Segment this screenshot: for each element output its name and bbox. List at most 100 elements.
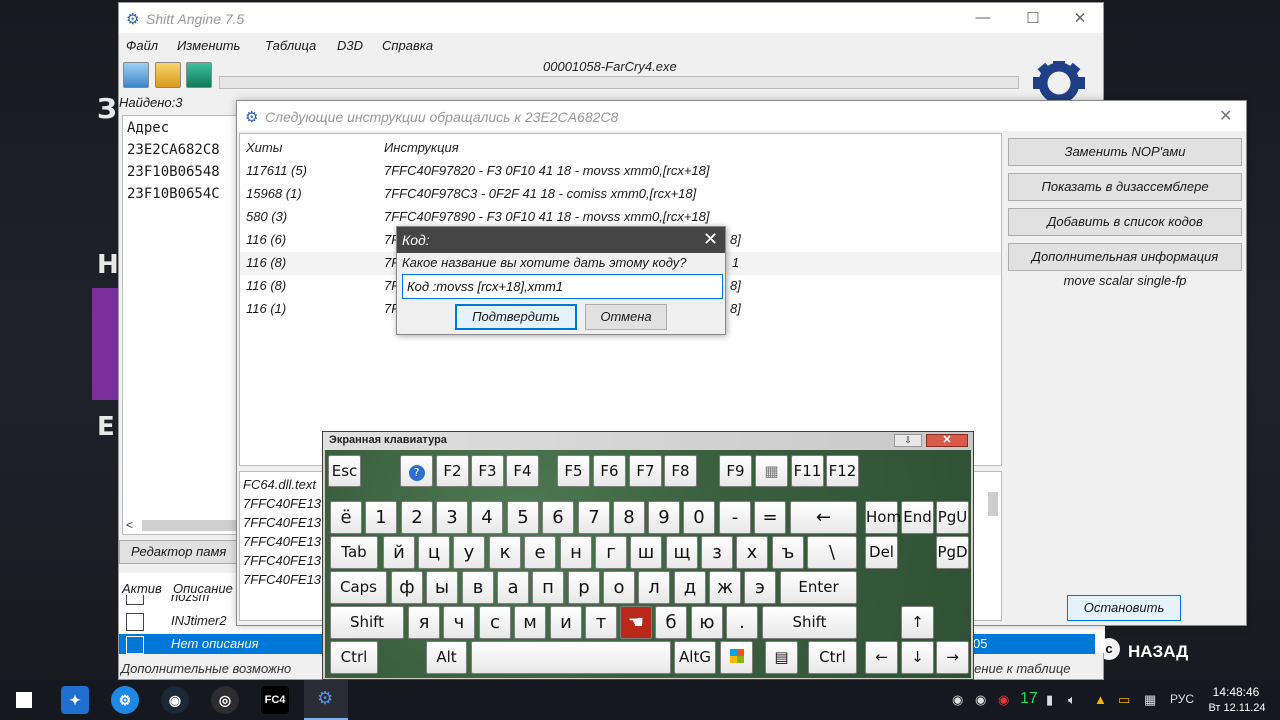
key[interactable]: в	[462, 571, 494, 604]
tray-icon[interactable]: ◉	[952, 692, 963, 708]
key[interactable]: 5	[507, 501, 539, 534]
record-tray-icon[interactable]: ◉	[998, 692, 1009, 708]
key[interactable]: а	[497, 571, 529, 604]
address-header[interactable]: Адрес	[127, 120, 169, 136]
close-icon[interactable]: ✕	[926, 434, 968, 447]
app-4-icon[interactable]: ◎	[211, 686, 239, 714]
row-checkbox[interactable]	[126, 636, 144, 654]
key[interactable]: 4	[471, 501, 503, 534]
list-item[interactable]: 15968 (1) 7FFC40F978C3 - 0F2F 41 18 - co…	[240, 183, 1001, 206]
key-tab[interactable]: Tab	[330, 536, 378, 569]
key[interactable]: н	[560, 536, 592, 569]
stop-button[interactable]: Остановить	[1067, 595, 1181, 621]
key[interactable]: ц	[418, 536, 450, 569]
key[interactable]: 9	[648, 501, 680, 534]
key-space[interactable]	[471, 641, 671, 674]
memory-view-button[interactable]: Редактор памя	[119, 540, 239, 564]
confirm-button[interactable]: Подтвердить	[455, 304, 577, 330]
key[interactable]: о	[603, 571, 635, 604]
key-arrow-left[interactable]: ←	[865, 641, 898, 674]
key[interactable]: п	[532, 571, 564, 604]
key-backspace[interactable]: ←	[790, 501, 857, 534]
key[interactable]: 6	[542, 501, 574, 534]
key-pgdn[interactable]: PgD	[936, 536, 969, 569]
scroll-thumb[interactable]	[142, 520, 240, 531]
key[interactable]: ъ	[772, 536, 804, 569]
clock-time[interactable]: 14:48:46	[1206, 685, 1266, 699]
instructions-titlebar[interactable]: ⚙ Следующие инструкции обращались к 23E2…	[237, 101, 1246, 131]
key[interactable]: 1	[365, 501, 397, 534]
key[interactable]: =	[754, 501, 786, 534]
menu-table[interactable]: Таблица	[265, 38, 316, 53]
language-indicator[interactable]: РУС	[1170, 692, 1194, 706]
key[interactable]: .	[726, 606, 758, 639]
key[interactable]: ж	[709, 571, 741, 604]
list-item[interactable]: 117611 (5) 7FFC40F97820 - F3 0F10 41 18 …	[240, 160, 1001, 183]
key-pressed[interactable]: ☚	[620, 606, 652, 639]
key[interactable]: р	[568, 571, 600, 604]
key-keyboard-settings-icon[interactable]: ▦	[755, 455, 788, 487]
col-active[interactable]: Актив	[122, 581, 162, 596]
col-hits[interactable]: Хиты	[246, 140, 282, 155]
keyboard-titlebar[interactable]: Экранная клавиатура ⇩ ✕	[323, 432, 973, 450]
key-ctrl-right[interactable]: Ctrl	[808, 641, 857, 674]
key[interactable]: 7	[578, 501, 610, 534]
key-f6[interactable]: F6	[593, 455, 626, 487]
key-backslash[interactable]: \	[807, 536, 857, 569]
key[interactable]: к	[489, 536, 521, 569]
key-caps[interactable]: Caps	[330, 571, 387, 604]
close-icon[interactable]: ✕	[703, 229, 718, 250]
key[interactable]: э	[744, 571, 776, 604]
key[interactable]: м	[514, 606, 546, 639]
col-description[interactable]: Описание	[173, 581, 233, 596]
key-f12[interactable]: F12	[826, 455, 859, 487]
menu-d3d[interactable]: D3D	[337, 38, 363, 53]
table-extras-link[interactable]: нение к таблице	[967, 661, 1071, 676]
menu-help[interactable]: Справка	[382, 38, 433, 53]
key-f9[interactable]: F9	[719, 455, 752, 487]
key[interactable]: й	[383, 536, 415, 569]
key[interactable]: л	[638, 571, 670, 604]
cancel-button[interactable]: Отмена	[585, 304, 667, 330]
key[interactable]: и	[550, 606, 582, 639]
volume-icon[interactable]: 🔈︎	[1068, 692, 1076, 708]
key-help-icon[interactable]: ?	[400, 455, 433, 487]
menu-file[interactable]: Файл	[126, 38, 158, 53]
add-to-codelist-button[interactable]: Добавить в список кодов	[1008, 208, 1242, 236]
open-folder-icon[interactable]	[155, 62, 181, 88]
key[interactable]: т	[585, 606, 617, 639]
scroll-thumb[interactable]	[988, 492, 998, 516]
key-arrow-up[interactable]: ↑	[901, 606, 934, 639]
key-f5[interactable]: F5	[557, 455, 590, 487]
replace-nop-button[interactable]: Заменить NOP'ами	[1008, 138, 1242, 166]
key[interactable]: у	[453, 536, 485, 569]
key[interactable]: -	[719, 501, 751, 534]
battery-icon[interactable]: ▭	[1118, 692, 1130, 708]
main-titlebar[interactable]: ⚙ Shitt Angine 7.5 — ☐ ✕	[119, 3, 1103, 33]
close-icon[interactable]: ✕	[1219, 106, 1232, 126]
monitor-icon[interactable]	[123, 62, 149, 88]
key[interactable]: е	[524, 536, 556, 569]
fc4-icon[interactable]: FC4	[261, 686, 289, 714]
key-enter[interactable]: Enter	[780, 571, 857, 604]
key[interactable]: с	[479, 606, 511, 639]
key[interactable]: ч	[443, 606, 475, 639]
key[interactable]: я	[408, 606, 440, 639]
key[interactable]: щ	[666, 536, 698, 569]
maximize-button[interactable]: ☐	[1018, 9, 1048, 27]
key-f11[interactable]: F11	[791, 455, 824, 487]
key[interactable]: д	[674, 571, 706, 604]
row-checkbox[interactable]	[126, 595, 144, 605]
key-shift-left[interactable]: Shift	[330, 606, 404, 639]
flame-icon[interactable]: ▲	[1094, 692, 1107, 707]
advanced-options-link[interactable]: Дополнительные возможно	[121, 661, 291, 676]
address-item[interactable]: 23F10B06548	[127, 164, 220, 180]
close-button[interactable]: ✕	[1065, 9, 1095, 27]
key[interactable]: ы	[426, 571, 458, 604]
more-info-button[interactable]: Дополнительная информация	[1008, 243, 1242, 271]
key[interactable]: 2	[401, 501, 433, 534]
address-item[interactable]: 23E2CA682C8	[127, 142, 220, 158]
key[interactable]: 3	[436, 501, 468, 534]
col-instruction[interactable]: Инструкция	[384, 140, 459, 155]
cheat-engine-taskbar-icon[interactable]: ⚙	[304, 680, 348, 720]
